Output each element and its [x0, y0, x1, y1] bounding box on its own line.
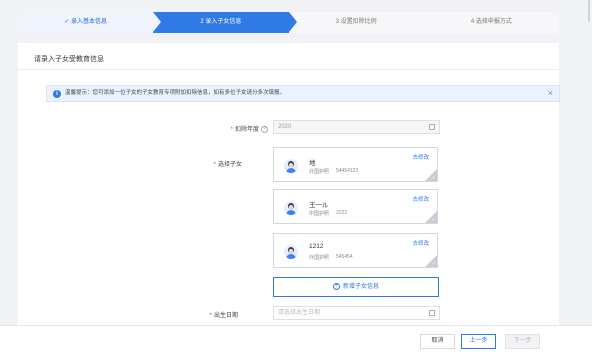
child-id-type: 外国护照: [309, 255, 330, 261]
deduction-year-field[interactable]: 2020: [273, 120, 440, 134]
prev-step-button[interactable]: 上一步: [461, 334, 496, 349]
stepper: ✓ 录入基本信息 2 录入子女信息 3 设置扣除比例 4 选择申报方式: [18, 12, 559, 33]
child-name: 王一ル: [309, 202, 329, 209]
tip-text: 温馨提示：您可添加一位子女的子女教育专项附加扣除信息，如有多位子女请分多次填报。: [65, 90, 286, 96]
panel-divider: [18, 69, 559, 70]
form-panel: 请录入子女受教育信息 i 温馨提示：您可添加一位子女的子女教育专项附加扣除信息，…: [18, 43, 560, 325]
calendar-icon[interactable]: [429, 310, 435, 316]
child-avatar-icon: [284, 201, 298, 215]
child-id-type: 外国护照: [309, 169, 330, 175]
child-label: * 选择子女: [213, 162, 242, 168]
step-declaration-method[interactable]: 4 选择申报方式: [423, 12, 559, 33]
birth-label: * 出生日期: [209, 313, 238, 319]
edit-child-link[interactable]: 去修改: [412, 153, 429, 161]
panel-title: 请录入子女受教育信息: [34, 56, 104, 63]
child-card[interactable]: 1212 外国护照 545454 去修改 ✓: [273, 233, 438, 268]
help-icon[interactable]: ?: [261, 125, 268, 133]
child-card[interactable]: 王一ル 中国护照 2222 去修改 ✓: [273, 189, 438, 224]
edit-child-link[interactable]: 去修改: [412, 195, 429, 203]
child-id-number: 545454: [336, 254, 353, 260]
step-basic-info[interactable]: ✓ 录入基本信息: [18, 12, 162, 33]
step-child-info[interactable]: 2 录入子女信息: [153, 12, 297, 33]
child-id-number: 54454122: [336, 168, 359, 174]
child-card[interactable]: 地 外国护照 54454122 去修改 ✓: [273, 147, 438, 182]
calendar-icon[interactable]: [429, 124, 435, 130]
cancel-button[interactable]: 取消: [420, 334, 455, 349]
deduction-year-value: 2020: [278, 124, 292, 130]
child-name: 地: [309, 160, 316, 167]
next-step-button[interactable]: 下一步: [505, 334, 540, 349]
tip-banner: i 温馨提示：您可添加一位子女的子女教育专项附加扣除信息，如有多位子女请分多次填…: [46, 85, 560, 102]
birth-date-placeholder: 请选择出生日期: [278, 310, 321, 316]
add-child-label: 新增子女信息: [342, 284, 379, 290]
edit-child-link[interactable]: 去修改: [412, 239, 429, 247]
scrollbar[interactable]: [588, 0, 590, 22]
year-label: * 扣除年度?: [188, 124, 268, 133]
footer-bar: 取消 上一步 下一步: [0, 325, 592, 357]
child-id-number: 2222: [336, 210, 348, 216]
child-name: 1212: [309, 243, 324, 250]
step-deduction-ratio[interactable]: 3 设置扣除比例: [288, 12, 424, 33]
child-avatar-icon: [284, 245, 298, 259]
child-id-type: 中国护照: [309, 211, 330, 217]
plus-circle-icon: +: [332, 282, 340, 290]
birth-date-field[interactable]: 请选择出生日期: [273, 306, 440, 320]
close-icon[interactable]: ×: [548, 86, 553, 101]
info-icon: i: [53, 90, 61, 98]
child-avatar-icon: [284, 159, 298, 173]
add-child-button[interactable]: + 新增子女信息: [273, 277, 439, 297]
